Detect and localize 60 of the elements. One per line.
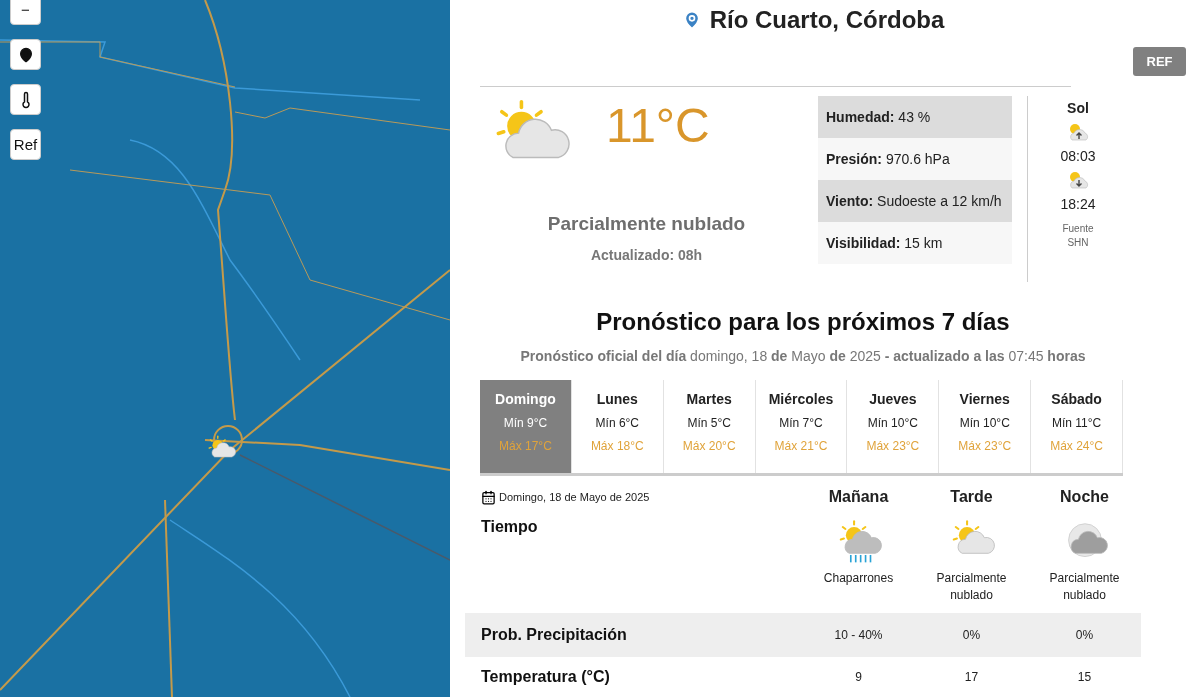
max-temperature: Máx 20°C [682, 439, 736, 453]
period-condition: Parcialmente nublado [935, 570, 1008, 604]
zoom-out-button[interactable]: − [10, 0, 41, 25]
max-temperature: Máx 23°C [958, 439, 1012, 453]
min-temperature: Mín 10°C [867, 416, 918, 430]
precipitation-value: 10 - 40% [834, 628, 883, 642]
temperature-value: 15 [1077, 670, 1092, 684]
day-name: Martes [686, 391, 732, 407]
day-name: Jueves [869, 391, 917, 407]
period-condition: Parcialmente nublado [1048, 570, 1121, 604]
detail-row: Humedad: 43 % [818, 96, 1012, 139]
day-tab[interactable]: Domingo Mín 9°C Máx 17°C [480, 380, 572, 473]
day-name: Domingo [495, 391, 556, 407]
sun-title: Sol [1067, 100, 1089, 117]
current-condition: Parcialmente nublado [546, 213, 747, 236]
location-button[interactable] [10, 39, 41, 70]
source-label: Fuente [1062, 222, 1094, 237]
period-condition: Chaparrones [822, 570, 895, 587]
day-name: Sábado [1051, 391, 1102, 407]
max-temperature: Máx 21°C [774, 439, 828, 453]
current-temperature: 11°C [606, 98, 710, 154]
day-name: Lunes [596, 391, 638, 407]
location-title: Río Cuarto, Córdoba [709, 5, 945, 34]
period-name: Tarde [950, 488, 993, 506]
detail-row: Viento: Sudoeste a 12 km/h [818, 180, 1012, 223]
forecast-title: Pronóstico para los próximos 7 días [595, 308, 1011, 336]
period-name: Mañana [828, 488, 889, 506]
min-temperature: Mín 5°C [687, 416, 731, 430]
max-temperature: Máx 17°C [499, 439, 552, 453]
ref-map-button[interactable]: Ref [10, 129, 41, 160]
forecast-date: Domingo, 18 de Mayo de 2025 [499, 491, 650, 503]
max-temperature: Máx 24°C [1050, 439, 1103, 453]
row-label: Temperatura (°C) [481, 668, 610, 686]
sunrise-time: 08:03 [1060, 148, 1096, 165]
temperature-value: 9 [855, 670, 862, 684]
forecast-subtitle: Pronóstico oficial del día domingo, 18 de Mayo de 2025 - actualizado a las 07:45 horas [519, 348, 1087, 364]
max-temperature: Máx 18°C [590, 439, 644, 453]
min-temperature: Mín 11°C [1051, 416, 1102, 430]
updated-time: Actualizado: 08h [589, 247, 704, 264]
precipitation-value: 0% [962, 628, 981, 642]
ref-button[interactable]: REF [1133, 47, 1186, 77]
temperature-value: 17 [964, 670, 979, 684]
row-label: Prob. Precipitación [481, 626, 627, 644]
source-name: SHN [1067, 236, 1089, 251]
precipitation-value: 0% [1075, 628, 1094, 642]
max-temperature: Máx 23°C [866, 439, 920, 453]
min-temperature: Mín 6°C [595, 416, 640, 430]
min-temperature: Mín 10°C [959, 416, 1010, 430]
detail-row: Visibilidad: 15 km [818, 222, 1012, 265]
calendar-icon [481, 489, 496, 505]
row-label: Tiempo [481, 518, 538, 536]
period-name: Noche [1060, 488, 1109, 506]
sunset-time: 18:24 [1060, 196, 1096, 213]
day-name: Miércoles [768, 391, 834, 407]
min-temperature: Mín 7°C [779, 416, 823, 430]
temperature-button[interactable] [10, 84, 41, 115]
min-temperature: Mín 9°C [503, 416, 548, 430]
day-name: Viernes [959, 391, 1010, 407]
pin-icon [17, 46, 34, 63]
detail-row: Presión: 970.6 hPa [818, 138, 1012, 181]
